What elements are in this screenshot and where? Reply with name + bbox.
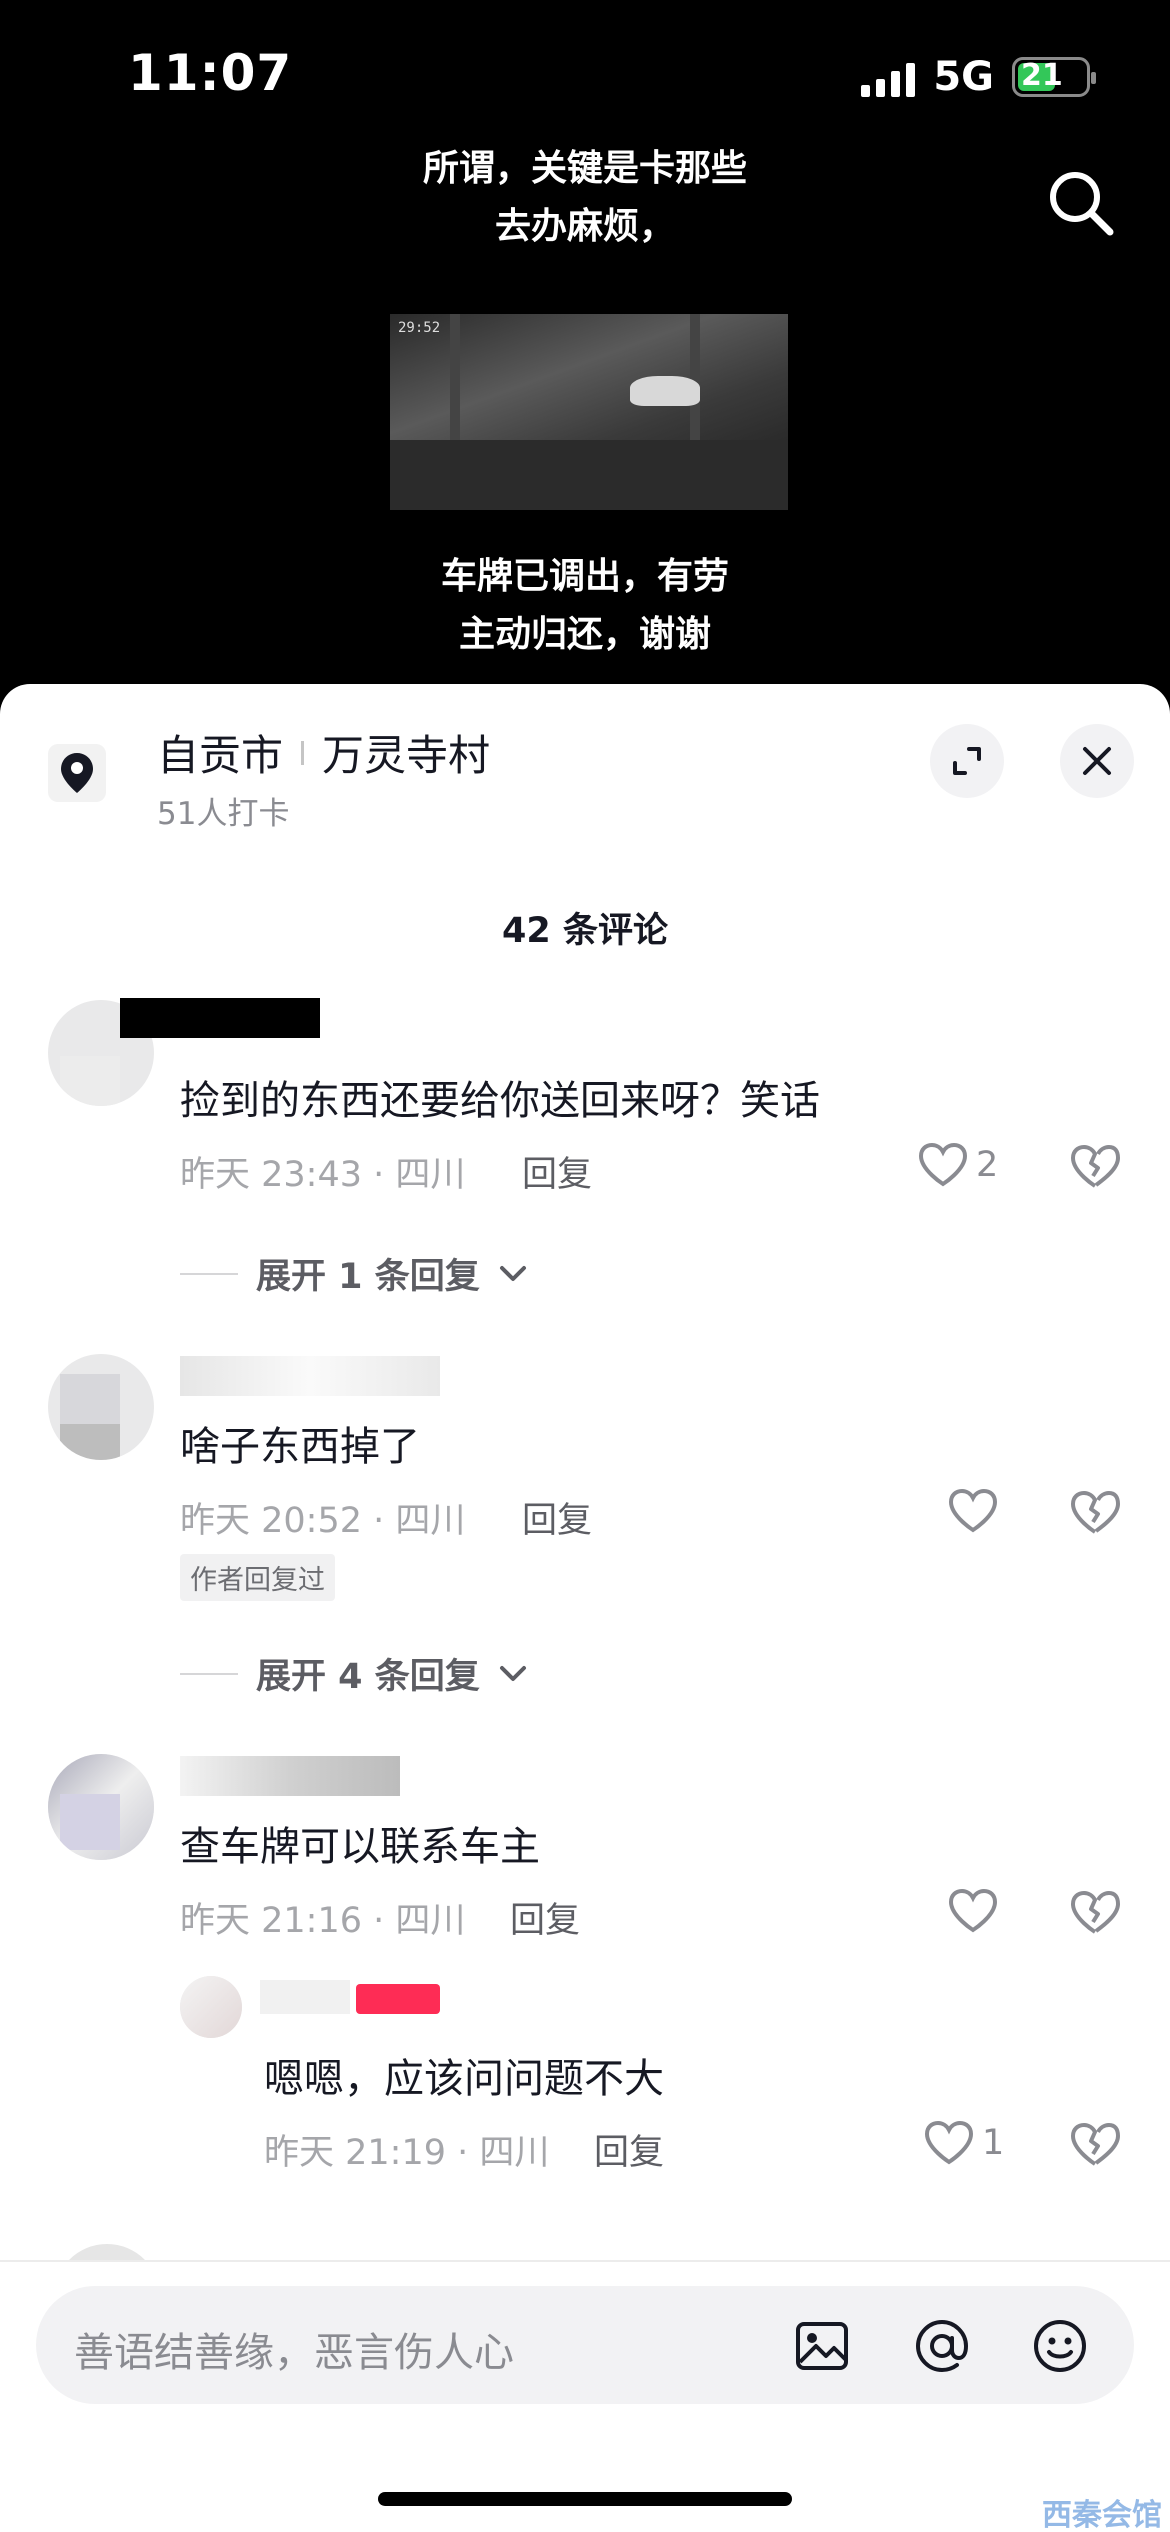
video-subtitle-top: 所谓，关键是卡那些 去办麻烦， [0, 140, 1170, 256]
frame-timestamp: 29:52 [398, 320, 441, 336]
divider [180, 1672, 238, 1675]
heart-icon [918, 1142, 968, 1187]
mention-icon[interactable] [912, 2316, 972, 2376]
username-redacted[interactable] [180, 1356, 440, 1396]
reply-meta: 昨天 21:19 · 四川 [264, 2133, 550, 2173]
chevron-down-icon [499, 1265, 526, 1281]
like-count: 1 [982, 2123, 1005, 2163]
signal-icon [861, 57, 916, 97]
comment-meta: 昨天 20:52 · 四川 [180, 1501, 466, 1541]
comment-text[interactable]: 捡到的东西还要给你送回来呀？笑话 [180, 1068, 820, 1126]
comment-text[interactable]: 查车牌可以联系车主 [180, 1814, 540, 1872]
dislike-icon[interactable] [1070, 1890, 1120, 1936]
location-checkins: 51人打卡 [157, 796, 290, 832]
dislike-icon[interactable] [1070, 1490, 1120, 1536]
reply-button[interactable]: 回复 [522, 1146, 592, 1197]
location-city: 自贡市 [157, 731, 284, 780]
comment-input-placeholder: 善语结善缘，恶言伤人心 [74, 2330, 514, 2376]
heart-icon [924, 2120, 974, 2165]
label-badge-redacted [356, 1984, 440, 2014]
emoji-icon[interactable] [1030, 2316, 1090, 2376]
dislike-icon[interactable] [1070, 1144, 1120, 1190]
reply-button[interactable]: 回复 [594, 2124, 664, 2175]
expand-icon [953, 747, 981, 775]
reply-button[interactable]: 回复 [522, 1492, 592, 1543]
author-replied-badge: 作者回复过 [180, 1554, 335, 1601]
expand-replies-label: 展开 1 条回复 [256, 1257, 480, 1297]
video-subtitle-bottom: 车牌已调出，有劳 主动归还，谢谢 [0, 548, 1170, 664]
heart-icon [948, 1888, 998, 1933]
dislike-icon[interactable] [1070, 2122, 1120, 2168]
location-place: 万灵寺村 [322, 731, 491, 780]
subtitle-line: 去办麻烦， [494, 206, 675, 247]
battery-level: 21 [1021, 58, 1063, 93]
subtitle-line: 车牌已调出，有劳 [440, 556, 729, 597]
expand-replies-button[interactable]: 展开 4 条回复 [180, 1648, 528, 1699]
location-separator [301, 740, 305, 765]
comment-text[interactable]: 啥子东西掉了 [180, 1414, 420, 1472]
home-indicator[interactable] [378, 2492, 792, 2506]
network-type: 5G [933, 54, 994, 100]
reply-button[interactable]: 回复 [510, 1892, 580, 1943]
avatar[interactable] [180, 1976, 242, 2038]
surveillance-frame-image: 29:52 [390, 314, 788, 510]
image-icon[interactable] [792, 2316, 852, 2376]
expand-sheet-button[interactable] [930, 724, 1004, 798]
reply-text[interactable]: 嗯嗯，应该问问题不大 [264, 2046, 664, 2104]
expand-replies-button[interactable]: 展开 1 条回复 [180, 1248, 528, 1299]
search-icon[interactable] [1044, 166, 1118, 240]
close-icon [1083, 747, 1111, 775]
username-redacted[interactable] [120, 998, 320, 1038]
location-title[interactable]: 自贡市 万灵寺村 [157, 722, 490, 783]
username-redacted[interactable] [260, 1980, 350, 2014]
avatar[interactable] [48, 1354, 154, 1460]
video-player[interactable]: 11:07 5G 21 所谓，关键是卡那些 去办麻烦， 29:52 车牌已调出，… [0, 0, 1170, 700]
status-bar-right: 5G 21 [861, 54, 1096, 100]
comment-input[interactable]: 善语结善缘，恶言伤人心 [36, 2286, 1134, 2404]
comments-sheet: 自贡市 万灵寺村 51人打卡 42 条评论 捡到的东西还要给你送回来呀？笑话 昨… [0, 684, 1170, 2532]
close-sheet-button[interactable] [1060, 724, 1134, 798]
like-count: 2 [976, 1145, 999, 1185]
watermark-logo: 西秦会馆 [1042, 2498, 1162, 2532]
like-button[interactable] [948, 1488, 998, 1534]
status-time: 11:07 [128, 44, 293, 102]
chevron-down-icon [499, 1665, 526, 1681]
comment-meta: 昨天 21:16 · 四川 [180, 1901, 466, 1941]
like-button[interactable] [948, 1888, 998, 1934]
comment-meta: 昨天 23:43 · 四川 [180, 1155, 466, 1195]
username-redacted[interactable] [180, 1756, 400, 1796]
avatar[interactable] [48, 1754, 154, 1860]
location-pin-icon[interactable] [48, 744, 106, 802]
like-button[interactable]: 1 [924, 2120, 1004, 2166]
expand-replies-label: 展开 4 条回复 [256, 1657, 480, 1697]
comments-count: 42 条评论 [502, 911, 668, 951]
subtitle-line: 所谓，关键是卡那些 [422, 148, 747, 189]
car-shape [630, 376, 700, 406]
subtitle-line: 主动归还，谢谢 [458, 614, 711, 655]
like-button[interactable]: 2 [918, 1142, 998, 1188]
battery-icon: 21 [1012, 57, 1096, 97]
heart-icon [948, 1488, 998, 1533]
divider [180, 1272, 238, 1275]
